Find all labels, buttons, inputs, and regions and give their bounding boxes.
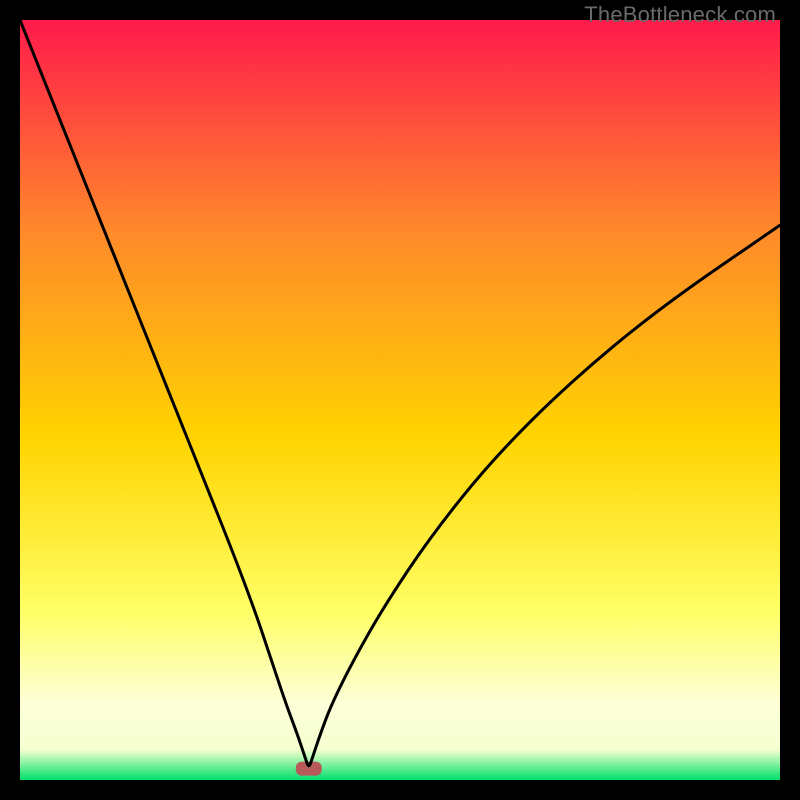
chart-frame xyxy=(20,20,780,780)
bottleneck-plot xyxy=(20,20,780,780)
watermark-label: TheBottleneck.com xyxy=(584,2,776,28)
gradient-background xyxy=(20,20,780,780)
